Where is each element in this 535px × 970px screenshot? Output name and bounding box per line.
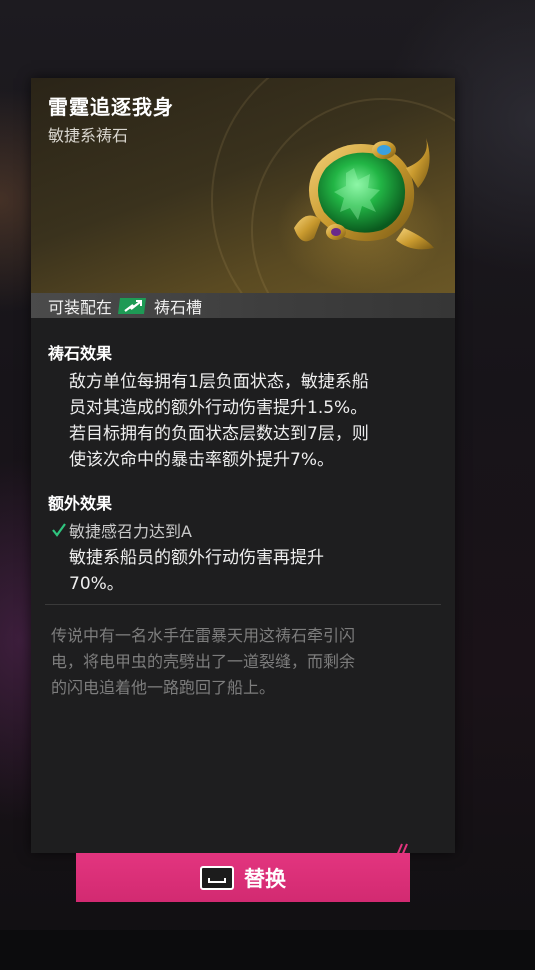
bonus-condition: 敏捷感召力达到A xyxy=(51,518,192,542)
bonus-line: 敏捷系船员的额外行动伤害再提升 xyxy=(69,548,324,568)
lore-line: 电，将电甲虫的壳劈出了一道裂缝，而剩余 xyxy=(51,652,356,671)
replace-button-label: 替换 xyxy=(244,866,286,891)
agility-slot-icon xyxy=(118,297,147,314)
charm-detail-card: 雷霆追逐我身 敏捷系祷石 可装配在 祷石槽 祷石效果 敌方单位每拥有1层负面状态… xyxy=(31,78,455,853)
spacebar-key-icon xyxy=(200,865,234,890)
effect-line: 员对其造成的额外行动伤害提升1.5%。 xyxy=(69,398,368,418)
slot-suffix: 祷石槽 xyxy=(154,297,203,317)
lore-line: 传说中有一名水手在雷暴天用这祷石牵引闪 xyxy=(51,626,356,645)
bonus-line: 70%。 xyxy=(69,574,124,594)
charm-type: 敏捷系祷石 xyxy=(48,126,129,145)
lore-line: 的闪电追着他一路跑回了船上。 xyxy=(51,678,276,697)
check-icon xyxy=(52,523,66,537)
hero-banner: 雷霆追逐我身 敏捷系祷石 xyxy=(31,78,455,293)
slot-info-bar: 可装配在 祷石槽 xyxy=(31,293,455,318)
green-gem-amulet-icon xyxy=(294,138,434,250)
effect-line: 若目标拥有的负面状态层数达到7层，则 xyxy=(69,424,369,444)
effect-line: 使该次命中的暴击率额外提升7%。 xyxy=(69,450,334,470)
bottom-strip xyxy=(0,930,535,970)
slot-prefix: 可装配在 xyxy=(48,297,113,317)
effect-line: 敌方单位每拥有1层负面状态，敏捷系船 xyxy=(69,372,369,392)
effect-title: 祷石效果 xyxy=(48,344,113,363)
charm-title: 雷霆追逐我身 xyxy=(48,95,174,119)
slash-decoration-icon xyxy=(395,843,408,859)
divider xyxy=(45,604,441,605)
lore-text: 传说中有一名水手在雷暴天用这祷石牵引闪 电，将电甲虫的壳劈出了一道裂缝，而剩余 … xyxy=(51,623,446,701)
bonus-description: 敏捷系船员的额外行动伤害再提升 70%。 xyxy=(69,545,439,597)
replace-button[interactable]: 替换 xyxy=(76,853,410,902)
bonus-title: 额外效果 xyxy=(48,494,113,513)
bonus-condition-text: 敏捷感召力达到A xyxy=(69,522,192,541)
effect-description: 敌方单位每拥有1层负面状态，敏捷系船 员对其造成的额外行动伤害提升1.5%。 若… xyxy=(69,369,439,473)
